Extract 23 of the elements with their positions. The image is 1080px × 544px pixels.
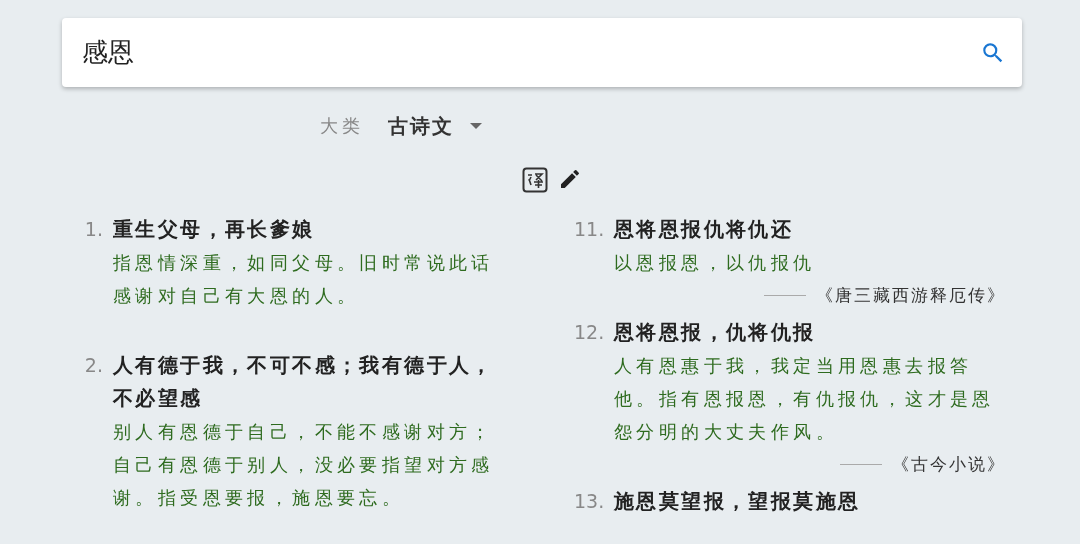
caret-icon xyxy=(470,123,482,129)
translate-icon[interactable] xyxy=(522,167,548,193)
item-number: 2. xyxy=(83,353,103,378)
item-number: 13. xyxy=(574,489,604,514)
search-query: 感恩 xyxy=(82,36,134,69)
idiom-title[interactable]: 恩将恩报仇将仇还 xyxy=(614,213,1006,246)
idiom-meaning: 别人有恩德于自己，不能不感谢对方；自己有恩德于别人，没必要指望对方感谢。指受恩要报，施恩要忘。 xyxy=(113,420,495,510)
idiom-meaning: 以恩报恩，以仇报仇 xyxy=(614,251,817,275)
idiom-meaning: 人有恩惠于我，我定当用恩惠去报答他。指有恩报恩，有仇报仇，这才是恩怨分明的大丈夫作风。 xyxy=(614,354,996,444)
category-label: 大类 xyxy=(320,114,364,138)
source-title[interactable]: 《唐三藏西游释厄传》 xyxy=(816,284,1006,307)
idiom-title[interactable]: 人有德于我，不可不感；我有德于人，不必望感 xyxy=(113,349,505,415)
item-number: 12. xyxy=(574,320,604,345)
category-dropdown[interactable]: 古诗文 xyxy=(388,112,482,140)
idiom-title[interactable]: 重生父母，再长爹娘 xyxy=(113,213,505,246)
source-title[interactable]: 《古今小说》 xyxy=(892,453,1006,476)
idiom-meaning: 指恩情深重，如同父母。旧时常说此话感谢对自己有大恩的人。 xyxy=(113,251,495,308)
item-number: 1. xyxy=(83,217,103,242)
item-number: 11. xyxy=(574,217,604,242)
idiom-title[interactable]: 施恩莫望报，望报莫施恩 xyxy=(614,485,1006,518)
idiom-title[interactable]: 恩将恩报，仇将仇报 xyxy=(614,316,1006,349)
pencil-icon[interactable] xyxy=(558,167,582,191)
search-field[interactable]: 感恩 xyxy=(62,18,1022,87)
